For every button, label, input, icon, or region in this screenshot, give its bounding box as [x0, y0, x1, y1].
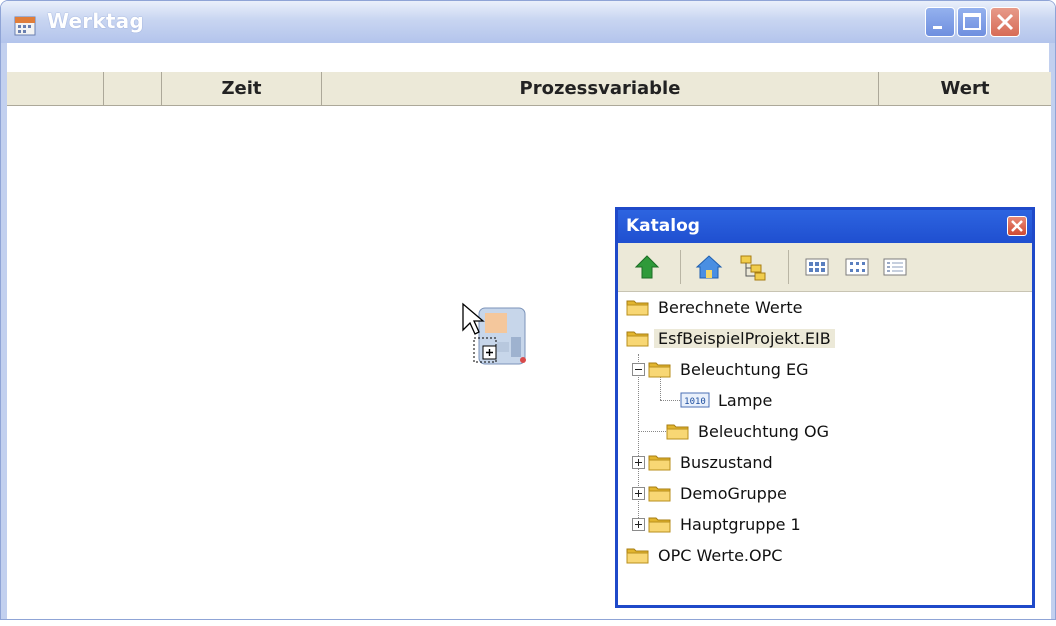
katalog-toolbar — [618, 243, 1032, 292]
tree-item-label: Buszustand — [680, 452, 773, 472]
close-icon — [996, 13, 1014, 31]
title-bar[interactable]: Werktag — [1, 1, 1055, 43]
tree-item-demogruppe[interactable]: DemoGruppe — [648, 480, 791, 506]
katalog-title-bar[interactable]: Katalog — [618, 210, 1032, 243]
folder-icon — [626, 545, 650, 565]
svg-text:1010: 1010 — [684, 397, 706, 407]
large-icons-view-icon[interactable] — [802, 252, 832, 282]
small-icons-view-icon[interactable] — [842, 252, 872, 282]
close-icon — [1011, 220, 1023, 232]
tree-item-buszustand[interactable]: Buszustand — [648, 449, 777, 475]
tree-item-beleuchtung-eg[interactable]: Beleuchtung EG — [648, 356, 813, 382]
folder-icon — [666, 421, 690, 441]
tree-item-beleuchtung-og[interactable]: Beleuchtung OG — [666, 418, 833, 444]
tree-item-label: OPC Werte.OPC — [658, 545, 783, 565]
tree-item-label: Hauptgruppe 1 — [680, 514, 801, 534]
details-view-icon[interactable] — [880, 252, 910, 282]
column-header-wert[interactable]: Wert — [879, 72, 1051, 105]
tree-item-label: Beleuchtung EG — [680, 359, 809, 379]
column-header-zeit[interactable]: Zeit — [162, 72, 322, 105]
tree-item-opc-werte[interactable]: OPC Werte.OPC — [626, 542, 786, 568]
folder-icon — [648, 483, 672, 503]
tree-item-lampe[interactable]: 1010 Lampe — [680, 387, 776, 413]
tree-connector — [660, 400, 680, 401]
data-point-icon: 1010 — [680, 392, 710, 408]
calendar-app-icon — [14, 16, 36, 36]
katalog-tree: Berechnete Werte EsfBeispielProjekt.EIB … — [618, 292, 1032, 605]
katalog-title: Katalog — [626, 216, 700, 236]
tree-item-berechnete-werte[interactable]: Berechnete Werte — [626, 294, 806, 320]
tree-item-label: Berechnete Werte — [658, 297, 803, 317]
tree-icon[interactable] — [738, 252, 768, 282]
toolbar-separator — [788, 250, 789, 284]
up-arrow-icon[interactable] — [632, 252, 662, 282]
maximize-icon — [963, 13, 981, 30]
column-header-1[interactable] — [7, 72, 104, 105]
close-button[interactable] — [990, 7, 1020, 37]
minimize-button[interactable] — [925, 7, 955, 37]
tree-connector — [638, 431, 666, 432]
tree-item-label: Lampe — [718, 390, 773, 410]
tree-item-esfbeispielprojekt[interactable]: EsfBeispielProjekt.EIB — [626, 325, 835, 351]
column-header-2[interactable] — [104, 72, 162, 105]
table-header: Zeit Prozessvariable Wert — [7, 72, 1051, 106]
window-title: Werktag — [47, 9, 144, 33]
toolbar-separator — [680, 250, 681, 284]
tree-item-label: EsfBeispielProjekt.EIB — [654, 328, 835, 348]
folder-icon — [648, 514, 672, 534]
expand-icon[interactable] — [632, 487, 645, 500]
tree-item-hauptgruppe-1[interactable]: Hauptgruppe 1 — [648, 511, 805, 537]
folder-icon — [648, 452, 672, 472]
tree-connector — [638, 354, 639, 530]
minimize-icon — [933, 26, 942, 29]
folder-icon — [648, 359, 672, 379]
collapse-icon[interactable] — [632, 363, 645, 376]
home-icon[interactable] — [694, 252, 724, 282]
column-header-prozessvariable[interactable]: Prozessvariable — [322, 72, 879, 105]
expand-icon[interactable] — [632, 456, 645, 469]
katalog-panel: Katalog Berechnete Werte EsfBeispielProj… — [615, 207, 1035, 608]
expand-icon[interactable] — [632, 518, 645, 531]
tree-item-label: Beleuchtung OG — [698, 421, 829, 441]
folder-icon — [626, 328, 650, 348]
drag-copy-cursor-icon — [462, 302, 526, 365]
katalog-close-button[interactable] — [1007, 216, 1027, 236]
tree-item-label: DemoGruppe — [680, 483, 787, 503]
folder-icon — [626, 297, 650, 317]
maximize-button[interactable] — [957, 7, 987, 37]
